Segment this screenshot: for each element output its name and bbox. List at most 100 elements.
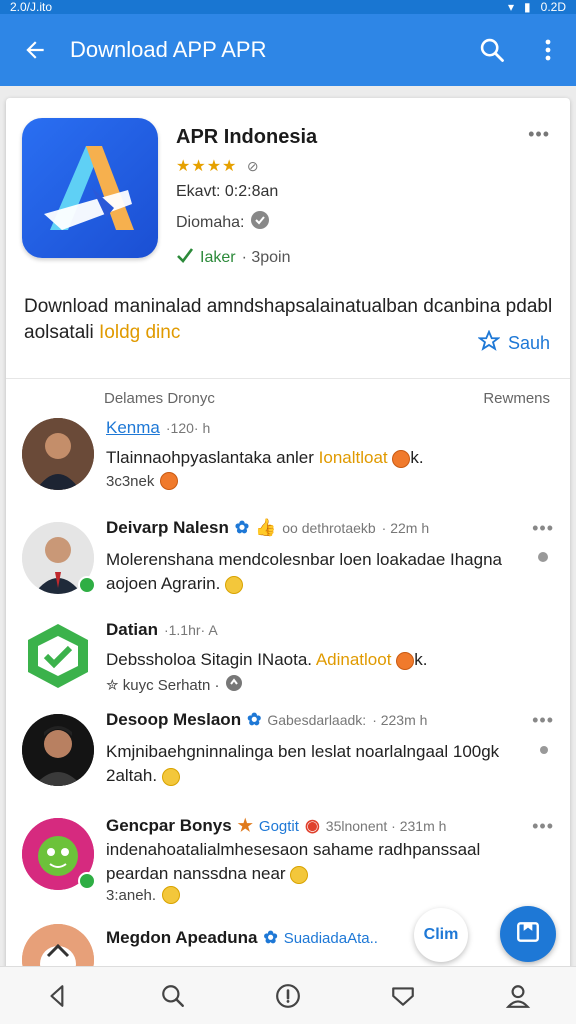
comment-author: Gencpar Bonys ★ Gogtit ◉ 35lnonent · 231…: [106, 816, 446, 836]
comment-text: Kmjnibaehgninnalinga ben leslat noarlaln…: [106, 740, 546, 788]
comment-author: Deivarp Nalesn ✿ 👍 oo dethrotaekb · 22m …: [106, 518, 429, 538]
verified-icon: ✿: [234, 518, 250, 537]
star-outline-icon: [477, 329, 501, 357]
app-rating: ★★★★ ⊘: [176, 156, 260, 176]
app-name: APR Indonesia: [176, 126, 318, 148]
comment-author: Datian ·1.1hr· A: [106, 620, 218, 640]
app-meta-developer: Diomaha:: [176, 210, 270, 235]
check-icon: [176, 246, 194, 269]
comment-author: Kenma ·120· h: [106, 418, 210, 438]
emoji-icon: [396, 651, 415, 670]
author-name[interactable]: Desoop Meslaon: [106, 710, 241, 730]
author-name[interactable]: Deivarp Nalesn: [106, 518, 229, 538]
comment-sub: ✮ kuyc Serhatn ·: [106, 674, 243, 696]
comment-tag: Gabesdarlaadk:: [267, 712, 367, 728]
rating-stars: ★★★★: [176, 158, 238, 175]
comments-header-left: Delames Dronyc: [104, 390, 215, 407]
wifi-icon: ▾: [508, 0, 515, 14]
comment-tag[interactable]: Gogtit: [259, 818, 299, 835]
back-nav-icon[interactable]: [28, 971, 88, 1021]
comment-sub: 3c3nek: [106, 472, 179, 490]
emoji-icon: [162, 886, 181, 904]
avatar[interactable]: [22, 714, 94, 786]
developer-badge-icon: [250, 210, 270, 235]
star-icon: ★: [237, 816, 253, 835]
comment-text: Molerenshana mendcolesnbar loen loakadae…: [106, 548, 546, 596]
comment-tail: k.: [410, 448, 424, 467]
avatar[interactable]: [22, 620, 94, 692]
comment-sub-text: ✮ kuyc Serhatn ·: [106, 677, 220, 694]
comment-highlight[interactable]: Ionaltloat: [319, 448, 388, 467]
app-info: APR Indonesia ★★★★ ⊘ Ekavt: 0:2:8an Diom…: [6, 98, 570, 278]
chat-fab-button[interactable]: Clim: [414, 908, 468, 962]
author-name[interactable]: Datian: [106, 620, 158, 640]
more-vert-icon[interactable]: [520, 38, 576, 62]
comment-body: Tlainnaohpyaslantaka anler: [106, 448, 314, 467]
comment-author: Desoop Meslaon ✿ Gabesdarlaadk: · 223m h: [106, 710, 427, 730]
author-name[interactable]: Megdon Apeaduna: [106, 928, 257, 948]
comment-time: · 223m h: [372, 712, 428, 728]
indicator-dot: [538, 552, 548, 562]
comment-sub-text: 3c3nek: [106, 472, 155, 490]
app-detail-card: APR Indonesia ★★★★ ⊘ Ekavt: 0:2:8an Diom…: [6, 98, 570, 978]
app-meta-version: Ekavt: 0:2:8an: [176, 183, 279, 200]
comment-menu-icon[interactable]: •••: [532, 518, 554, 539]
comment-menu-icon[interactable]: •••: [532, 710, 554, 731]
app-meta-status: Iaker · 3poin: [176, 246, 291, 269]
chat-fab-label: Clim: [423, 926, 459, 943]
emoji-icon: [290, 865, 309, 884]
developer-label: Diomaha:: [176, 213, 245, 231]
comment-sub: 3:aneh.: [106, 886, 181, 904]
author-name[interactable]: Kenma: [106, 418, 160, 438]
comment-menu-icon[interactable]: •••: [532, 816, 554, 837]
comments-header: Delames Dronyc Rewmens: [104, 390, 550, 407]
app-bar: Download APP APR: [0, 14, 576, 86]
info-nav-icon[interactable]: [258, 971, 318, 1021]
verified-icon: ✿: [247, 710, 262, 729]
comment-tag: oo dethrotaekb: [282, 520, 376, 536]
description-highlight[interactable]: Ioldg dinc: [99, 322, 180, 343]
indicator-dot: [540, 746, 548, 754]
status-time: 2.0/J.ito: [10, 0, 53, 14]
emoji-icon: [225, 575, 244, 594]
comment-tail: k.: [414, 650, 428, 669]
app-description: Download maninalad amndshapsalainatualba…: [24, 294, 554, 346]
save-button[interactable]: Sauh: [477, 329, 550, 357]
app-menu-icon[interactable]: •••: [528, 124, 550, 145]
avatar[interactable]: [22, 418, 94, 490]
search-nav-icon[interactable]: [143, 971, 203, 1021]
comment-time: 35lnonent · 231m h: [325, 818, 447, 834]
comment-tag[interactable]: SuadiadaAta..: [284, 930, 378, 947]
compose-fab-button[interactable]: [500, 906, 556, 962]
comment-body: Molerenshana mendcolesnbar loen loakadae…: [106, 550, 503, 593]
profile-nav-icon[interactable]: [488, 971, 548, 1021]
page-title: Download APP APR: [70, 37, 267, 62]
emoji-icon: [392, 449, 411, 468]
comment-body: Debssholoa Sitagin INaota.: [106, 650, 313, 669]
emoji-icon: [161, 767, 180, 786]
status-extra: · 3poin: [241, 248, 291, 266]
record-icon: ◉: [304, 816, 320, 835]
compose-icon: [515, 919, 541, 950]
comment-author: Megdon Apeaduna ✿ SuadiadaAta..: [106, 928, 378, 948]
shield-nav-icon[interactable]: [373, 971, 433, 1021]
signal-icon: ▮: [524, 0, 531, 14]
status-battery: 0.2D: [540, 0, 566, 14]
comment-time: ·120· h: [165, 420, 211, 436]
comment-time: ·1.1hr· A: [163, 622, 218, 638]
comment-highlight[interactable]: Adinatloot: [316, 650, 392, 669]
search-icon[interactable]: [464, 36, 520, 64]
share-icon[interactable]: [225, 674, 243, 696]
status-bar: 2.0/J.ito ▾ ▮ 0.2D: [0, 0, 576, 14]
verified-icon: ✿: [263, 928, 278, 947]
comment-text: Tlainnaohpyaslantaka anler Ionaltloat k.: [106, 446, 546, 470]
back-arrow-icon[interactable]: [0, 37, 70, 63]
emoji-icon: [160, 472, 179, 490]
online-badge-icon: [78, 576, 96, 594]
author-name[interactable]: Gencpar Bonys: [106, 816, 232, 836]
status-label: Iaker: [200, 248, 236, 266]
divider: [6, 378, 570, 379]
online-badge-icon: [78, 872, 96, 890]
bottom-nav: [0, 966, 576, 1024]
comments-header-right[interactable]: Rewmens: [483, 390, 550, 407]
